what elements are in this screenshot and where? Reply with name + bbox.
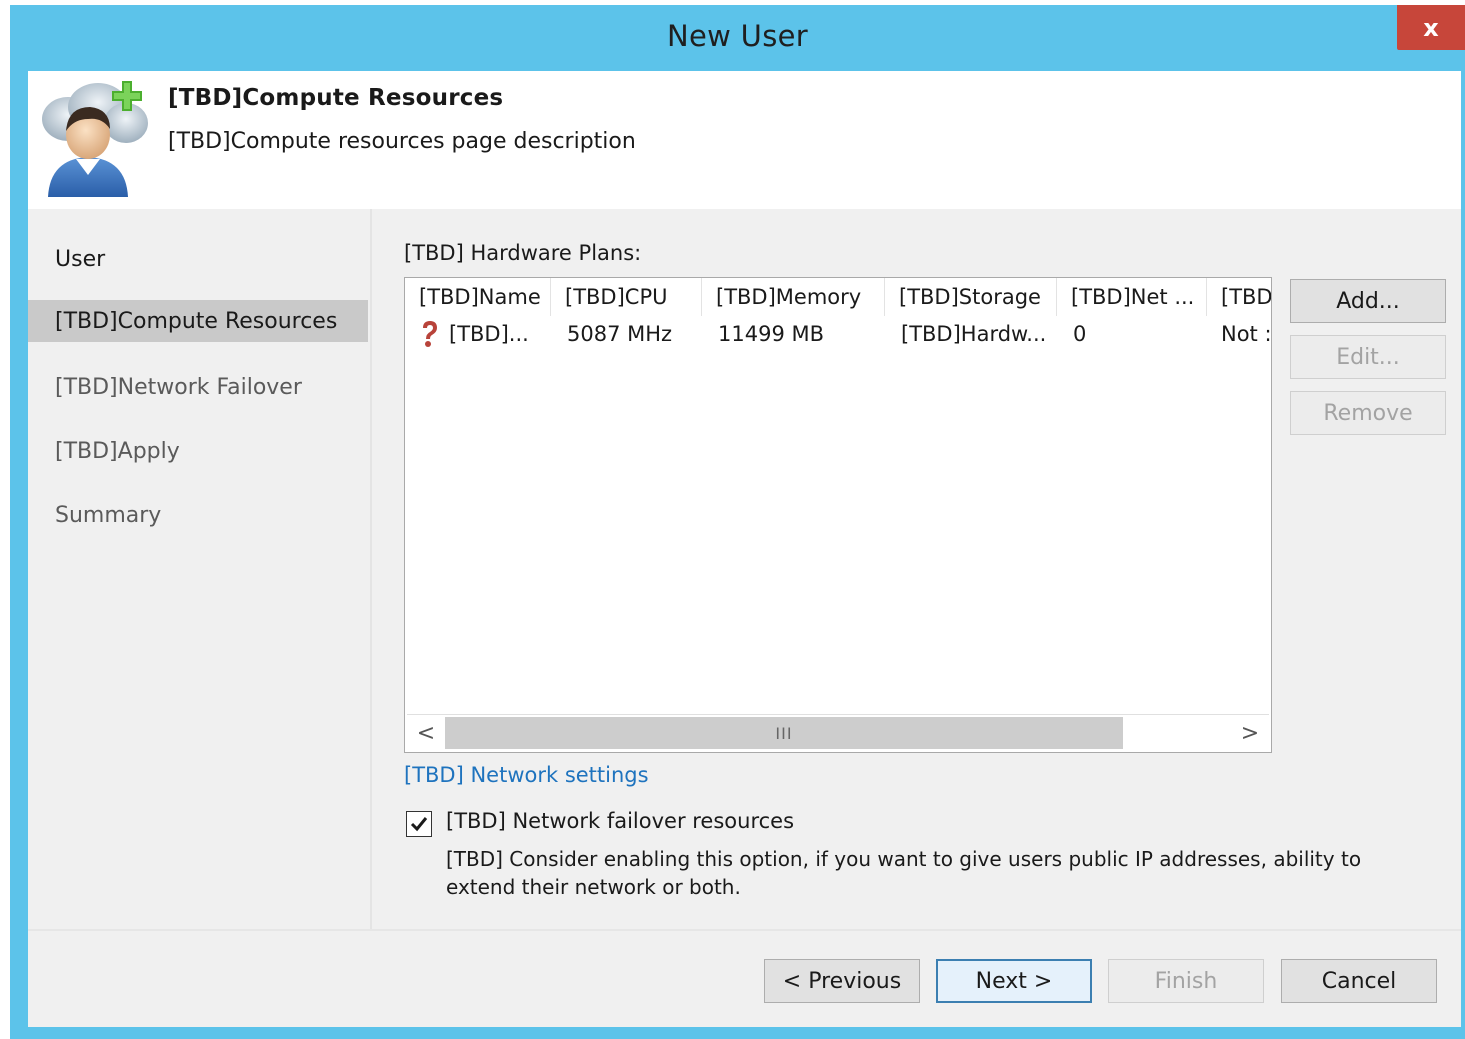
- compute-resources-content: [TBD] Hardware Plans: [TBD]Name [TBD]CPU…: [404, 209, 1454, 929]
- cancel-button[interactable]: Cancel: [1281, 959, 1437, 1003]
- horizontal-scrollbar[interactable]: < III >: [407, 714, 1269, 751]
- window-title: New User: [667, 19, 808, 53]
- network-failover-label[interactable]: [TBD] Network failover resources: [446, 809, 794, 833]
- hardware-plans-label: [TBD] Hardware Plans:: [404, 241, 642, 265]
- wizard-steps-nav: User [TBD]Compute Resources [TBD]Network…: [28, 209, 372, 929]
- cell-memory: 11499 MB: [718, 322, 825, 346]
- cell-name: [TBD]...: [405, 316, 551, 352]
- checkmark-icon: [410, 817, 428, 832]
- close-icon: x: [1423, 13, 1439, 42]
- edit-button[interactable]: Edit...: [1290, 335, 1446, 379]
- cell-cpu: 5087 MHz: [567, 322, 673, 346]
- wizard-footer: < Previous Next > Finish Cancel: [28, 929, 1461, 1027]
- scroll-left-button[interactable]: <: [407, 715, 445, 751]
- network-failover-checkbox[interactable]: [406, 811, 432, 837]
- column-header-name[interactable]: [TBD]Name: [405, 278, 551, 316]
- add-button[interactable]: Add...: [1290, 279, 1446, 323]
- wizard-body: User [TBD]Compute Resources [TBD]Network…: [28, 209, 1461, 929]
- step-summary[interactable]: Summary: [28, 494, 368, 536]
- page-description: [TBD]Compute resources page description: [168, 129, 636, 154]
- cell-network: 0: [1073, 322, 1087, 346]
- network-settings-link[interactable]: [TBD] Network settings: [404, 763, 649, 787]
- window-bottom-border: [10, 1027, 1465, 1039]
- page-title: [TBD]Compute Resources: [168, 85, 504, 111]
- question-icon: [423, 321, 437, 347]
- scroll-right-button[interactable]: >: [1231, 715, 1269, 751]
- remove-button[interactable]: Remove: [1290, 391, 1446, 435]
- finish-button[interactable]: Finish: [1108, 959, 1264, 1003]
- plan-name: [TBD]...: [449, 322, 529, 346]
- network-failover-description: [TBD] Consider enabling this option, if …: [446, 847, 1362, 899]
- page-header: [TBD]Compute Resources [TBD]Compute reso…: [28, 71, 1461, 209]
- column-header-cpu[interactable]: [TBD]CPU: [551, 278, 702, 316]
- step-compute-resources[interactable]: [TBD]Compute Resources: [28, 300, 368, 342]
- column-header-storage[interactable]: [TBD]Storage: [885, 278, 1057, 316]
- scroll-thumb[interactable]: III: [445, 717, 1123, 749]
- list-column-headers: [TBD]Name [TBD]CPU [TBD]Memory [TBD]Stor…: [405, 278, 1271, 316]
- column-header-network[interactable]: [TBD]Net ...: [1057, 278, 1207, 316]
- table-row[interactable]: [TBD]... 5087 MHz 11499 MB [TBD]Hardw...…: [405, 316, 1271, 352]
- chevron-right-icon: >: [1240, 720, 1260, 746]
- close-button[interactable]: x: [1397, 5, 1465, 50]
- step-network-failover[interactable]: [TBD]Network Failover: [28, 366, 368, 408]
- previous-button[interactable]: < Previous: [764, 959, 920, 1003]
- cell-storage: [TBD]Hardw...: [901, 322, 1047, 346]
- chevron-left-icon: <: [416, 720, 436, 746]
- hardware-plans-list[interactable]: [TBD]Name [TBD]CPU [TBD]Memory [TBD]Stor…: [404, 277, 1272, 753]
- step-apply[interactable]: [TBD]Apply: [28, 430, 368, 472]
- column-header-memory[interactable]: [TBD]Memory: [702, 278, 885, 316]
- new-user-window: New User x [TBD]Compute Resources [TBD]C…: [10, 5, 1465, 1039]
- user-add-icon: [42, 81, 148, 197]
- next-button[interactable]: Next >: [936, 959, 1092, 1003]
- column-header-extra[interactable]: [TBD: [1207, 278, 1271, 316]
- title-bar[interactable]: New User x: [10, 5, 1465, 71]
- cell-extra: Not :: [1221, 322, 1271, 346]
- step-user[interactable]: User: [28, 238, 368, 280]
- grip-icon: III: [775, 723, 793, 743]
